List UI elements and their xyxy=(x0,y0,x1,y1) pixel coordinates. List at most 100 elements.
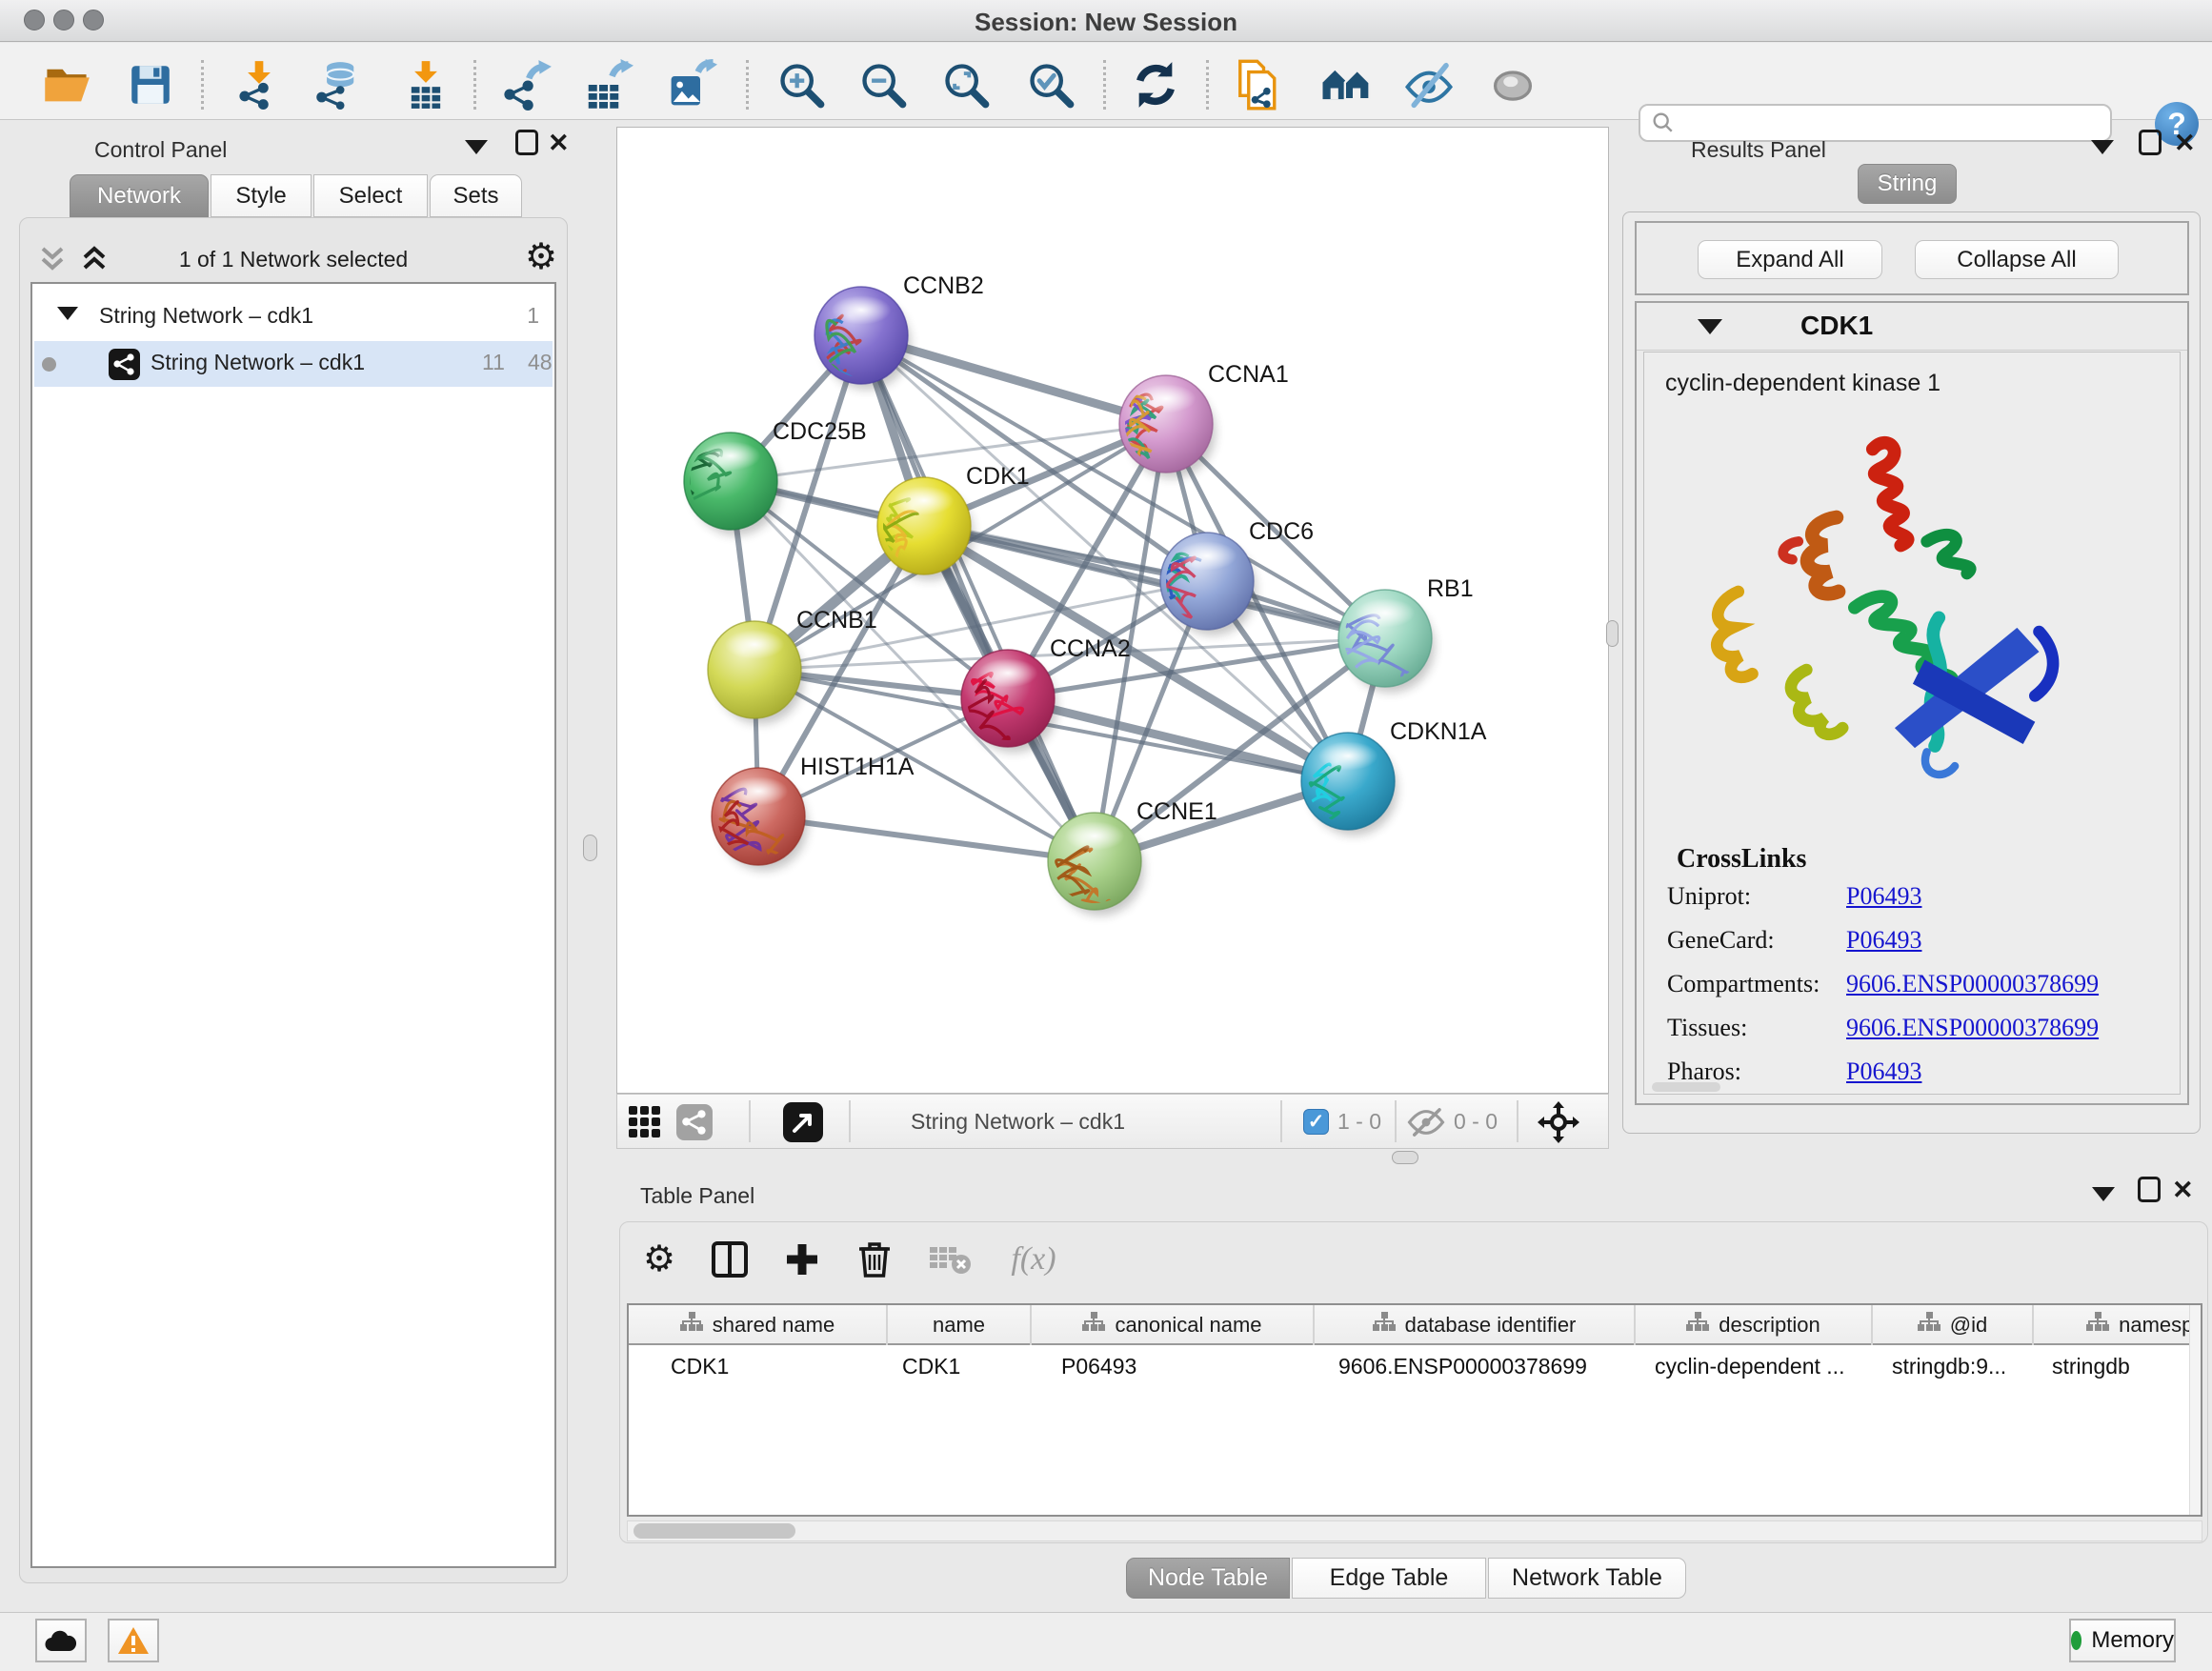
node-CDKN1A[interactable]: CDKN1A xyxy=(1299,718,1486,840)
right-splitter-handle[interactable] xyxy=(1606,620,1619,647)
new-network-from-selection-button[interactable] xyxy=(1233,58,1286,111)
protein-structure-image xyxy=(1686,421,2067,802)
tab-style[interactable]: Style xyxy=(211,174,312,217)
node-RB1[interactable]: RB1 xyxy=(1338,575,1474,693)
cell-1[interactable]: CDK1 xyxy=(888,1347,1032,1385)
import-network-from-file-button[interactable] xyxy=(232,58,286,111)
tab-sets[interactable]: Sets xyxy=(430,174,522,217)
add-column-button[interactable] xyxy=(777,1235,827,1284)
zoom-selected-button[interactable] xyxy=(1024,58,1077,111)
table-panel-collapse-icon[interactable] xyxy=(2092,1187,2115,1201)
grid-view-icon[interactable] xyxy=(629,1106,661,1138)
delete-column-button[interactable] xyxy=(850,1235,899,1284)
collapse-all-button[interactable]: Collapse All xyxy=(1915,240,2119,279)
table-row[interactable]: CDK1CDK1P064939606.ENSP00000378699cyclin… xyxy=(629,1347,2202,1385)
column-header-shared-name[interactable]: shared name xyxy=(629,1305,888,1345)
open-session-button[interactable] xyxy=(40,58,93,111)
tab-string[interactable]: String xyxy=(1858,164,1957,204)
node-HIST1H1A[interactable]: HIST1H1A xyxy=(712,754,915,879)
selected-checkbox-icon[interactable]: ✓ xyxy=(1303,1109,1329,1135)
function-builder-button[interactable]: f(x) xyxy=(991,1235,1076,1284)
control-panel-float-icon[interactable] xyxy=(515,130,538,155)
results-panel-collapse-icon[interactable] xyxy=(2091,140,2114,154)
column-header-namespace[interactable]: namespace xyxy=(2034,1305,2202,1345)
cloud-status-button[interactable] xyxy=(35,1619,87,1662)
table-panel-close-icon[interactable]: ✕ xyxy=(2172,1176,2194,1204)
bottom-splitter-handle[interactable] xyxy=(1392,1151,1418,1164)
network-selected-status: 1 of 1 Network selected xyxy=(20,247,567,272)
tab-network-table[interactable]: Network Table xyxy=(1488,1558,1686,1599)
table-vscrollbar[interactable] xyxy=(2189,1305,2201,1515)
detach-view-icon[interactable] xyxy=(783,1102,823,1142)
crosslink-value-link[interactable]: P06493 xyxy=(1846,926,1921,954)
tab-select[interactable]: Select xyxy=(313,174,428,217)
control-panel-close-icon[interactable]: ✕ xyxy=(548,129,570,157)
refresh-view-button[interactable] xyxy=(1129,58,1182,111)
column-header-name[interactable]: name xyxy=(888,1305,1032,1345)
new-network-from-selection-icon xyxy=(1234,59,1285,111)
table-options-button[interactable]: ⚙ xyxy=(634,1235,684,1284)
cell-4[interactable]: cyclin-dependent ... xyxy=(1636,1347,1873,1385)
gene-header[interactable]: CDK1 xyxy=(1637,303,2187,351)
network-row-selected[interactable]: String Network – cdk1 11 48 xyxy=(34,341,553,387)
column-header--id[interactable]: @id xyxy=(1873,1305,2034,1345)
network-options-gear-icon[interactable]: ⚙ xyxy=(525,239,557,275)
results-panel-close-icon[interactable]: ✕ xyxy=(2174,129,2196,157)
table-hscrollbar[interactable] xyxy=(627,1520,2202,1541)
collection-expand-icon[interactable] xyxy=(57,307,78,320)
crosslink-value-link[interactable]: P06493 xyxy=(1846,882,1921,910)
delete-table-icon xyxy=(930,1243,972,1276)
results-panel-float-icon[interactable] xyxy=(2139,130,2162,155)
column-header-description[interactable]: description xyxy=(1636,1305,1873,1345)
node-label-CDC25B: CDC25B xyxy=(773,418,867,445)
cell-6[interactable]: stringdb xyxy=(2034,1347,2202,1385)
view-toolbar-separator xyxy=(749,1100,751,1142)
database-icon xyxy=(313,60,363,110)
crosslink-value-link[interactable]: 9606.ENSP00000378699 xyxy=(1846,1014,2099,1041)
node-label-CCNB2: CCNB2 xyxy=(903,272,984,299)
column-header-database-identifier[interactable]: database identifier xyxy=(1315,1305,1636,1345)
network-collection-row[interactable]: String Network – cdk1 1 xyxy=(34,295,553,341)
network-view-icon[interactable] xyxy=(676,1104,713,1140)
edge-HIST1H1A-CCNE1[interactable] xyxy=(758,816,1095,861)
import-network-from-database-button[interactable] xyxy=(312,58,365,111)
tab-network[interactable]: Network xyxy=(70,174,209,217)
zoom-out-button[interactable] xyxy=(856,58,910,111)
table-hscrollbar-thumb[interactable] xyxy=(633,1523,795,1539)
crosslink-value-link[interactable]: P06493 xyxy=(1846,1057,1921,1085)
control-panel-collapse-icon[interactable] xyxy=(465,140,488,154)
table-panel-float-icon[interactable] xyxy=(2138,1177,2161,1202)
export-image-button[interactable] xyxy=(665,58,718,111)
tab-node-table[interactable]: Node Table xyxy=(1126,1558,1290,1599)
zoom-in-button[interactable] xyxy=(774,58,828,111)
gene-collapse-icon[interactable] xyxy=(1698,319,1722,334)
network-canvas[interactable]: CCNB2CCNA1CDC25BCDK1CDC6RB1CCNB1CCNA2CDK… xyxy=(616,127,1609,1094)
import-table-from-file-button[interactable] xyxy=(399,58,452,111)
cell-5[interactable]: stringdb:9... xyxy=(1873,1347,2034,1385)
results-hscrollbar-thumb[interactable] xyxy=(1652,1082,1720,1092)
column-header-canonical-name[interactable]: canonical name xyxy=(1032,1305,1315,1345)
fit-content-button[interactable] xyxy=(939,58,993,111)
hide-selected-button[interactable] xyxy=(1402,58,1456,111)
crosslink-value-link[interactable]: 9606.ENSP00000378699 xyxy=(1846,970,2099,997)
export-network-button[interactable] xyxy=(500,58,553,111)
node-CCNB2[interactable]: CCNB2 xyxy=(814,272,984,403)
birds-eye-icon[interactable] xyxy=(1538,1101,1579,1143)
tab-edge-table[interactable]: Edge Table xyxy=(1292,1558,1486,1599)
cell-2[interactable]: P06493 xyxy=(1032,1347,1315,1385)
show-all-button[interactable] xyxy=(1486,58,1539,111)
cell-0[interactable]: CDK1 xyxy=(629,1347,888,1385)
export-table-button[interactable] xyxy=(581,58,634,111)
node-label-HIST1H1A: HIST1H1A xyxy=(800,754,915,780)
left-splitter-handle[interactable] xyxy=(583,835,597,861)
memory-button[interactable]: Memory xyxy=(2069,1619,2176,1662)
view-toolbar-separator xyxy=(1280,1100,1282,1142)
warnings-button[interactable] xyxy=(108,1619,159,1662)
delete-table-button[interactable] xyxy=(926,1235,975,1284)
save-session-button[interactable] xyxy=(124,58,177,111)
show-columns-button[interactable] xyxy=(705,1235,754,1284)
cell-3[interactable]: 9606.ENSP00000378699 xyxy=(1315,1347,1636,1385)
expand-all-button[interactable]: Expand All xyxy=(1698,240,1882,279)
node-CDC25B[interactable]: CDC25B xyxy=(663,418,867,535)
first-neighbors-button[interactable] xyxy=(1319,58,1373,111)
